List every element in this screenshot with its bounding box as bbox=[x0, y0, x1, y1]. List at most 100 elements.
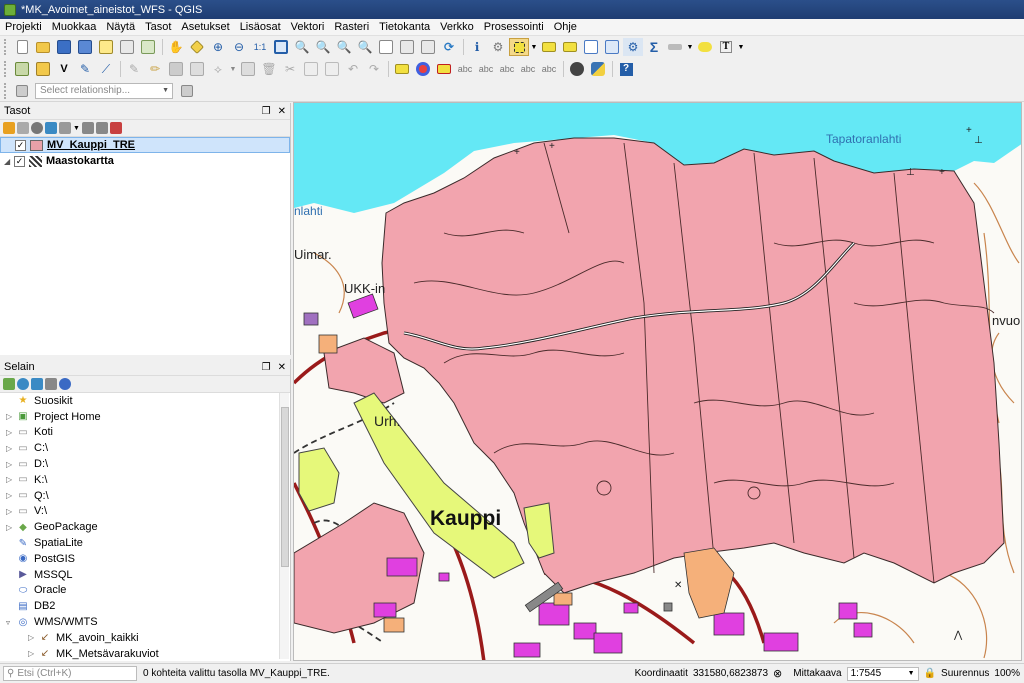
select-dropdown-button[interactable]: ▼ bbox=[530, 38, 538, 56]
save-project-button[interactable] bbox=[54, 38, 74, 56]
menu-asetukset[interactable]: Asetukset bbox=[176, 21, 234, 33]
field-calculator-button[interactable] bbox=[602, 38, 622, 56]
menu-verkko[interactable]: Verkko bbox=[435, 21, 479, 33]
relation-icon-button[interactable] bbox=[12, 82, 32, 100]
tree-expander[interactable]: ▷ bbox=[6, 428, 16, 437]
relation-search-button[interactable] bbox=[177, 82, 197, 100]
zoom-in-button[interactable]: ⊕ bbox=[208, 38, 228, 56]
open-project-button[interactable] bbox=[33, 38, 53, 56]
browser-item[interactable]: ▿ ◎ WMS/WMTS bbox=[0, 614, 290, 630]
select-by-value-button[interactable] bbox=[539, 38, 559, 56]
copy-features-button[interactable] bbox=[301, 60, 321, 78]
tree-expander[interactable]: ▷ bbox=[28, 633, 38, 642]
layer-visibility-checkbox[interactable]: ✓ bbox=[14, 155, 25, 167]
add-feature-button[interactable] bbox=[187, 60, 207, 78]
tree-expander[interactable]: ▷ bbox=[6, 491, 16, 500]
annotation-dropdown-button[interactable]: ▼ bbox=[737, 38, 745, 56]
measure-button[interactable] bbox=[665, 38, 685, 56]
new-print-layout-button[interactable] bbox=[96, 38, 116, 56]
close-icon[interactable]: ✕ bbox=[278, 106, 286, 117]
layer-visibility-checkbox[interactable]: ✓ bbox=[15, 139, 26, 151]
zoom-next-button[interactable]: 🔍 bbox=[355, 38, 375, 56]
lock-icon[interactable]: 🔒 bbox=[924, 668, 936, 679]
data-source-manager-button[interactable] bbox=[12, 60, 32, 78]
attribute-table-button[interactable] bbox=[581, 38, 601, 56]
map-canvas[interactable]: + + + + ⊥ ⊥ ⋀ ✕ Tapatoranlahti nlahti Ui… bbox=[293, 102, 1022, 661]
browser-item[interactable]: ★ Suosikit bbox=[0, 393, 290, 409]
run-action-button[interactable]: ⚙ bbox=[488, 38, 508, 56]
add-vector-button[interactable]: V bbox=[54, 60, 74, 78]
undock-icon[interactable]: ❐ bbox=[262, 362, 271, 373]
pan-map-button[interactable]: ✋ bbox=[166, 38, 186, 56]
collapse-all-icon[interactable] bbox=[95, 122, 108, 134]
coordinate-value[interactable]: 331580,6823873 bbox=[693, 668, 768, 679]
browser-item[interactable]: ▷ ▭ Q:\ bbox=[0, 488, 290, 504]
new-project-button[interactable] bbox=[12, 38, 32, 56]
layer-expander[interactable]: ◢ bbox=[4, 157, 14, 166]
delete-selected-button[interactable]: 🗑 bbox=[259, 60, 279, 78]
tree-expander[interactable]: ▷ bbox=[6, 475, 16, 484]
menu-rasteri[interactable]: Rasteri bbox=[329, 21, 374, 33]
locator-search-input[interactable]: ⚲ Etsi (Ctrl+K) bbox=[3, 666, 137, 681]
collapse-all-icon[interactable] bbox=[45, 378, 57, 390]
help-button[interactable]: ? bbox=[616, 60, 636, 78]
browser-scrollbar[interactable] bbox=[279, 393, 289, 659]
map-tips-button[interactable] bbox=[695, 38, 715, 56]
menu-tasot[interactable]: Tasot bbox=[140, 21, 176, 33]
browser-item[interactable]: ▷ ▭ C:\ bbox=[0, 440, 290, 456]
save-as-button[interactable] bbox=[75, 38, 95, 56]
browser-item[interactable]: ▷ ▣ Project Home bbox=[0, 409, 290, 425]
pan-to-selection-button[interactable] bbox=[187, 38, 207, 56]
browser-item[interactable]: ▷ ▭ Koti bbox=[0, 425, 290, 441]
layer-item-maastokartta[interactable]: ◢ ✓ Maastokartta bbox=[0, 153, 290, 169]
layout-manager-button[interactable] bbox=[117, 38, 137, 56]
toggle-editing-button[interactable]: ✏ bbox=[145, 60, 165, 78]
close-icon[interactable]: ✕ bbox=[278, 362, 286, 373]
save-edits-button[interactable] bbox=[166, 60, 186, 78]
expand-all-icon[interactable] bbox=[81, 122, 94, 134]
tree-expander[interactable]: ▷ bbox=[28, 649, 38, 658]
digitize-line-button[interactable]: ⟋ bbox=[96, 60, 116, 78]
tree-expander[interactable]: ▷ bbox=[6, 523, 16, 532]
modify-attributes-button[interactable] bbox=[238, 60, 258, 78]
zoom-to-layer-button[interactable]: 🔍 bbox=[313, 38, 333, 56]
scale-combobox[interactable]: 1:7545 ▼ bbox=[846, 666, 919, 681]
style-layer-icon[interactable] bbox=[3, 122, 15, 134]
crs-toggle-icon[interactable]: ⊗ bbox=[773, 667, 782, 680]
style-manager-button[interactable] bbox=[138, 38, 158, 56]
browser-item[interactable]: ▷ ↙ MK_Metsävarakuviot bbox=[0, 646, 290, 662]
browser-item[interactable]: ▷ ▭ K:\ bbox=[0, 472, 290, 488]
new-bookmark-button[interactable] bbox=[397, 38, 417, 56]
eye-icon[interactable] bbox=[31, 122, 43, 134]
new-layer-button[interactable] bbox=[33, 60, 53, 78]
new-map-view-button[interactable] bbox=[376, 38, 396, 56]
remove-layer-icon[interactable] bbox=[109, 122, 122, 134]
refresh-button[interactable]: ⟳ bbox=[439, 38, 459, 56]
filter-icon[interactable] bbox=[45, 122, 57, 134]
menu-projekti[interactable]: Projekti bbox=[0, 21, 47, 33]
browser-item[interactable]: ✎ SpatiaLite bbox=[0, 535, 290, 551]
undo-button[interactable]: ↶ bbox=[343, 60, 363, 78]
show-hide-label-button[interactable]: abc bbox=[476, 60, 496, 78]
identify-button[interactable]: ℹ bbox=[467, 38, 487, 56]
browser-item[interactable]: ▶ MSSQL bbox=[0, 567, 290, 583]
filter-expression-icon[interactable] bbox=[59, 122, 71, 134]
current-edits-button[interactable]: ✎ bbox=[124, 60, 144, 78]
menu-vektori[interactable]: Vektori bbox=[286, 21, 330, 33]
menu-prosessointi[interactable]: Prosessointi bbox=[479, 21, 549, 33]
tree-expander[interactable]: ▿ bbox=[6, 618, 16, 627]
menu-tietokanta[interactable]: Tietokanta bbox=[374, 21, 435, 33]
tree-expander[interactable]: ▷ bbox=[6, 507, 16, 516]
zoom-full-button[interactable] bbox=[271, 38, 291, 56]
info-icon[interactable] bbox=[59, 378, 71, 390]
diagram-button[interactable] bbox=[413, 60, 433, 78]
label-toolbar-button[interactable] bbox=[392, 60, 412, 78]
move-label-button[interactable]: abc bbox=[497, 60, 517, 78]
measure-dropdown-button[interactable]: ▼ bbox=[686, 38, 694, 56]
browser-item[interactable]: ▷ ▭ D:\ bbox=[0, 456, 290, 472]
browser-item[interactable]: ⬭ Oracle bbox=[0, 583, 290, 599]
zoom-out-button[interactable]: ⊖ bbox=[229, 38, 249, 56]
gps-button[interactable] bbox=[567, 60, 587, 78]
zoom-value[interactable]: 100% bbox=[994, 668, 1020, 679]
chevron-down-icon[interactable]: ▼ bbox=[73, 125, 80, 132]
